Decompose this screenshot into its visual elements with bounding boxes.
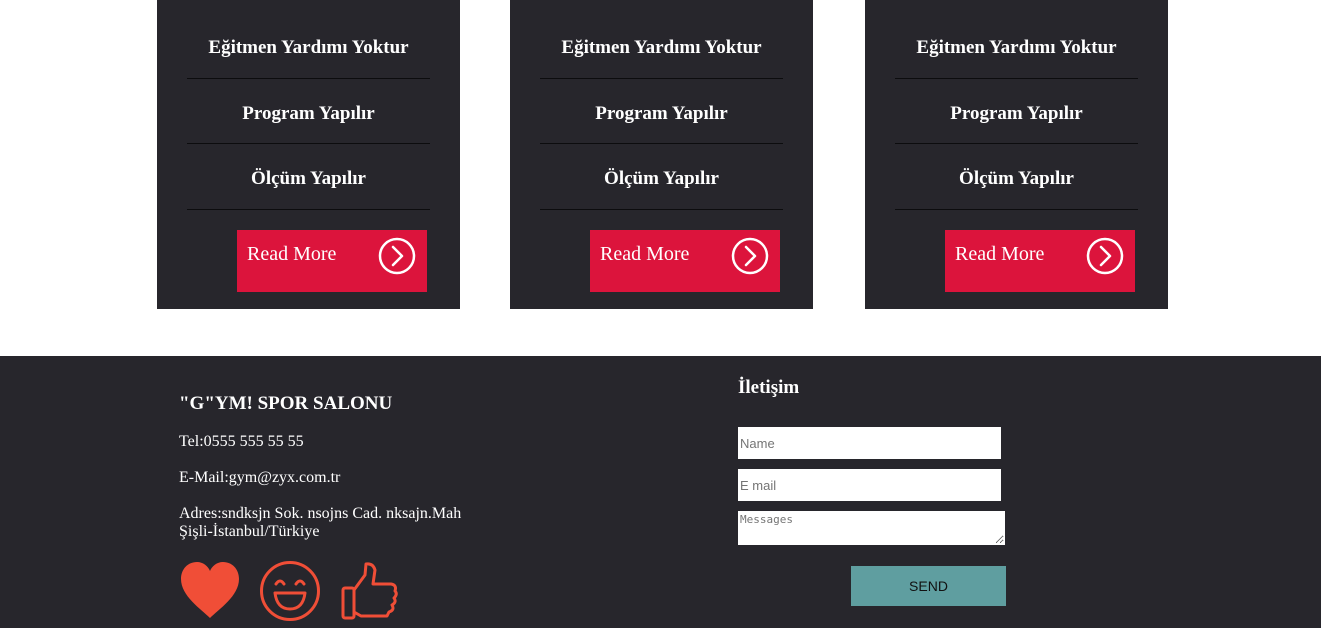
- heart-icon[interactable]: [179, 560, 241, 622]
- read-more-label: Read More: [247, 243, 337, 265]
- divider: [187, 78, 430, 79]
- plan-feature: Ölçüm Yapılır: [251, 168, 366, 189]
- divider: [187, 209, 430, 210]
- page: Eğitmen Yardımı Yoktur Program Yapılır Ö…: [0, 0, 1321, 628]
- plan-card: Eğitmen Yardımı Yoktur Program Yapılır Ö…: [865, 0, 1168, 309]
- footer-address: Adres:sndksjn Sok. nsojns Cad. nksajn.Ma…: [179, 505, 461, 541]
- chevron-right-circle-icon: [1086, 237, 1124, 275]
- plan-feature: Eğitmen Yardımı Yoktur: [916, 37, 1117, 58]
- plan-feature: Ölçüm Yapılır: [604, 168, 719, 189]
- footer-email: E-Mail:gym@zyx.com.tr: [179, 469, 341, 486]
- chevron-right-circle-icon: [378, 237, 416, 275]
- divider: [187, 143, 430, 144]
- footer: "G"YM! SPOR SALONU Tel:0555 555 55 55 E-…: [0, 356, 1321, 628]
- divider: [895, 143, 1138, 144]
- read-more-button[interactable]: Read More: [590, 230, 780, 292]
- divider: [540, 78, 783, 79]
- divider: [540, 143, 783, 144]
- footer-address-line: Şişli-İstanbul/Türkiye: [179, 523, 320, 540]
- plan-feature: Program Yapılır: [595, 103, 728, 124]
- read-more-label: Read More: [955, 243, 1045, 265]
- divider: [540, 209, 783, 210]
- chevron-right-circle-icon: [731, 237, 769, 275]
- plan-card: Eğitmen Yardımı Yoktur Program Yapılır Ö…: [157, 0, 460, 309]
- smiley-icon[interactable]: [259, 560, 321, 622]
- email-field[interactable]: [738, 469, 1001, 501]
- read-more-button[interactable]: Read More: [945, 230, 1135, 292]
- footer-brand: "G"YM! SPOR SALONU: [179, 393, 393, 414]
- footer-address-line: Adres:sndksjn Sok. nsojns Cad. nksajn.Ma…: [179, 505, 462, 522]
- plan-feature: Ölçüm Yapılır: [959, 168, 1074, 189]
- plan-feature: Eğitmen Yardımı Yoktur: [208, 37, 409, 58]
- thumbs-up-icon[interactable]: [339, 560, 401, 622]
- plan-feature: Program Yapılır: [242, 103, 375, 124]
- read-more-label: Read More: [600, 243, 690, 265]
- divider: [895, 209, 1138, 210]
- plan-feature: Program Yapılır: [950, 103, 1083, 124]
- contact-title: İletişim: [738, 377, 800, 398]
- name-field[interactable]: [738, 427, 1001, 459]
- send-button[interactable]: SEND: [851, 566, 1006, 606]
- divider: [895, 78, 1138, 79]
- message-field[interactable]: [738, 511, 1005, 545]
- read-more-button[interactable]: Read More: [237, 230, 427, 292]
- plan-feature: Eğitmen Yardımı Yoktur: [561, 37, 762, 58]
- footer-phone: Tel:0555 555 55 55: [179, 433, 304, 450]
- plan-card: Eğitmen Yardımı Yoktur Program Yapılır Ö…: [510, 0, 813, 309]
